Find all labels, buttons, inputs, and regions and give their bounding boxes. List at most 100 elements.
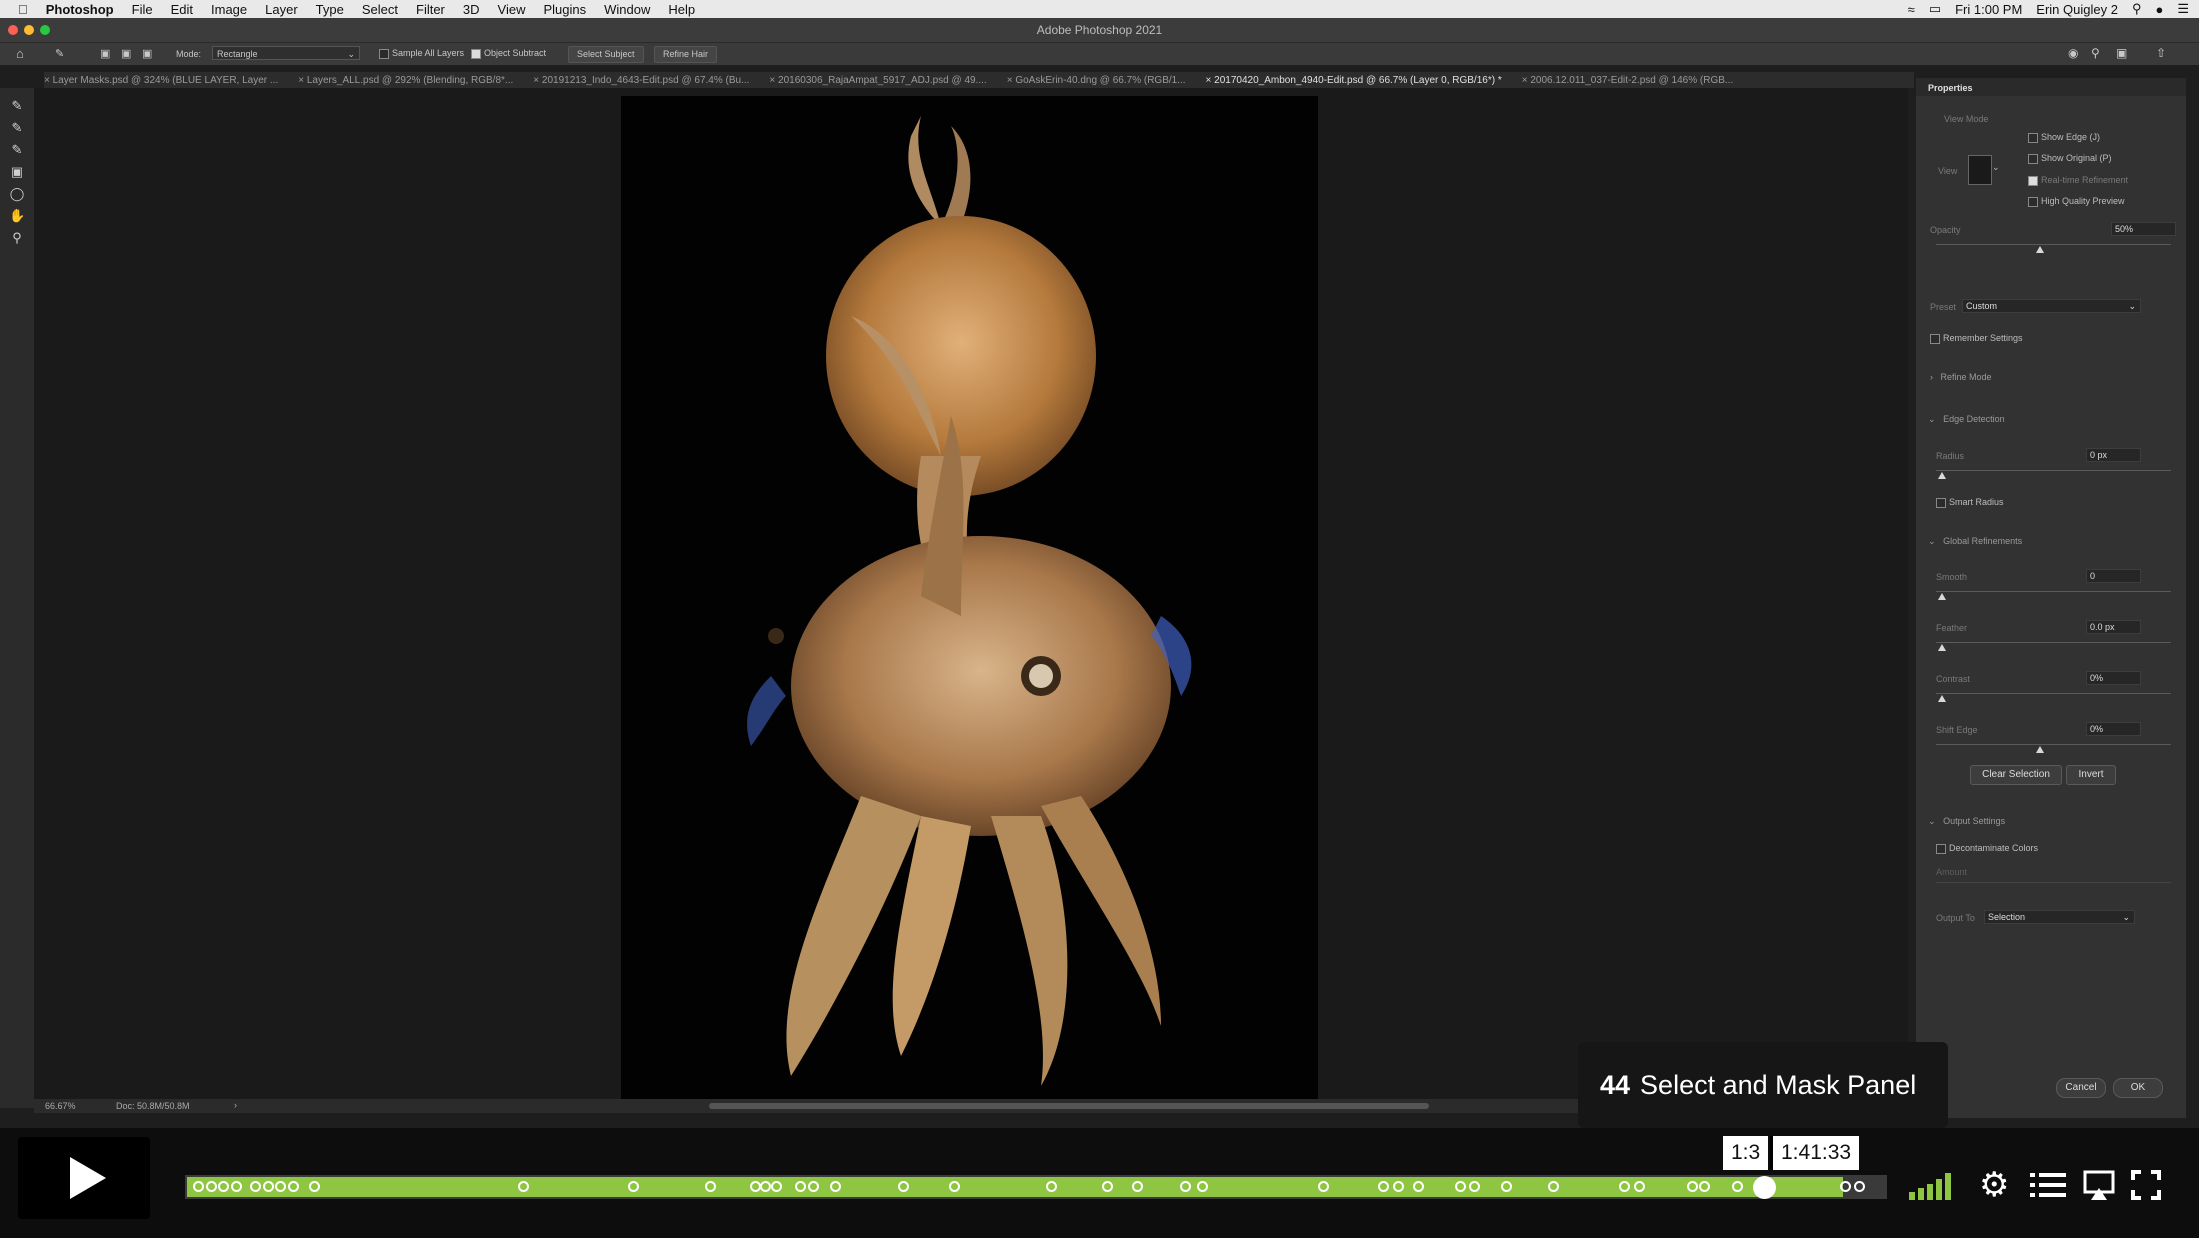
share-icon[interactable]: ⇧ <box>2156 46 2166 60</box>
brush-tool-icon[interactable]: ✎ <box>9 142 25 158</box>
shift-edge-slider[interactable] <box>1936 744 2171 745</box>
home-icon[interactable]: ⌂ <box>16 46 24 61</box>
chevron-down-icon[interactable]: ⌄ <box>1992 162 2000 173</box>
subtract-selection-icon[interactable]: ▣ <box>142 47 152 60</box>
chapter-marker[interactable] <box>628 1181 639 1192</box>
chapter-marker[interactable] <box>949 1181 960 1192</box>
menu-window[interactable]: Window <box>604 2 650 17</box>
refine-edge-brush-icon[interactable]: ✎ <box>9 120 25 136</box>
new-selection-icon[interactable]: ▣ <box>100 47 110 60</box>
chapter-marker[interactable] <box>218 1181 229 1192</box>
tab-close-icon[interactable]: × <box>44 75 53 86</box>
search-icon[interactable]: ⚲ <box>2091 46 2100 60</box>
airplay-icon[interactable]: ▭ <box>1929 1 1941 17</box>
fullscreen-icon[interactable] <box>2131 1170 2161 1205</box>
opacity-field[interactable]: 50% <box>2111 222 2176 236</box>
invert-button[interactable]: Invert <box>2066 765 2116 785</box>
chapter-marker[interactable] <box>795 1181 806 1192</box>
feather-slider-thumb[interactable] <box>1938 644 1946 651</box>
mode-select[interactable]: Rectangle ⌄ <box>212 46 360 60</box>
chapter-marker[interactable] <box>1046 1181 1057 1192</box>
feather-field[interactable]: 0.0 px <box>2086 620 2141 634</box>
chapter-marker[interactable] <box>1180 1181 1191 1192</box>
remember-settings-checkbox[interactable]: Remember Settings <box>1930 333 2023 344</box>
wifi-icon[interactable]: ≈ <box>1908 2 1915 17</box>
document-tab[interactable]: × 2006.12.011_037-Edit-2.psd @ 146% (RGB… <box>1522 75 1734 86</box>
select-subject-button[interactable]: Select Subject <box>568 46 644 63</box>
menu-3d[interactable]: 3D <box>463 2 480 17</box>
chapter-marker[interactable] <box>1732 1181 1743 1192</box>
object-selection-icon[interactable]: ▣ <box>9 164 25 180</box>
high-quality-preview-checkbox[interactable]: High Quality Preview <box>2028 196 2125 207</box>
chapter-marker[interactable] <box>1699 1181 1710 1192</box>
document-tab[interactable]: × Layers_ALL.psd @ 292% (Blending, RGB/8… <box>298 75 513 86</box>
menu-filter[interactable]: Filter <box>416 2 445 17</box>
menu-view[interactable]: View <box>498 2 526 17</box>
zoom-tool-icon[interactable]: ⚲ <box>9 230 25 246</box>
workspace-icon[interactable]: ▣ <box>2116 46 2127 60</box>
chapter-marker[interactable] <box>1393 1181 1404 1192</box>
edge-detection-section[interactable]: ⌄ Edge Detection <box>1928 414 2005 425</box>
chapter-marker[interactable] <box>231 1181 242 1192</box>
menu-plugins[interactable]: Plugins <box>543 2 586 17</box>
chapter-marker[interactable] <box>263 1181 274 1192</box>
clear-selection-button[interactable]: Clear Selection <box>1970 765 2062 785</box>
menu-edit[interactable]: Edit <box>171 2 193 17</box>
contrast-slider-thumb[interactable] <box>1938 695 1946 702</box>
chapter-marker[interactable] <box>898 1181 909 1192</box>
apple-icon[interactable]:  <box>18 2 28 17</box>
tab-close-icon[interactable]: × <box>533 75 542 86</box>
document-tab[interactable]: × 20160306_RajaAmpat_5917_ADJ.psd @ 49..… <box>769 75 986 86</box>
hand-tool-icon[interactable]: ✋ <box>9 208 25 224</box>
chapter-marker[interactable] <box>771 1181 782 1192</box>
document-tab[interactable]: × GoAskErin-40.dng @ 66.7% (RGB/1... <box>1007 75 1186 86</box>
menu-app-name[interactable]: Photoshop <box>46 2 114 17</box>
show-original-checkbox[interactable]: Show Original (P) <box>2028 153 2112 164</box>
radius-slider[interactable] <box>1936 470 2171 471</box>
chapter-marker[interactable] <box>1501 1181 1512 1192</box>
tool-preset-icon[interactable]: ✎ <box>55 47 64 60</box>
menu-layer[interactable]: Layer <box>265 2 298 17</box>
close-window-icon[interactable] <box>8 25 18 35</box>
opacity-slider[interactable] <box>1936 244 2171 245</box>
zoom-window-icon[interactable] <box>40 25 50 35</box>
refine-hair-button[interactable]: Refine Hair <box>654 46 718 63</box>
cancel-button[interactable]: Cancel <box>2056 1078 2106 1098</box>
chapter-marker[interactable] <box>1634 1181 1645 1192</box>
chapter-marker[interactable] <box>1378 1181 1389 1192</box>
menu-select[interactable]: Select <box>362 2 398 17</box>
chapter-marker[interactable] <box>518 1181 529 1192</box>
volume-icon[interactable] <box>1907 1170 1955 1205</box>
shift-edge-field[interactable]: 0% <box>2086 722 2141 736</box>
minimize-window-icon[interactable] <box>24 25 34 35</box>
document-tab[interactable]: × 20191213_Indo_4643-Edit.psd @ 67.4% (B… <box>533 75 749 86</box>
output-settings-section[interactable]: ⌄ Output Settings <box>1928 816 2005 827</box>
tab-close-icon[interactable]: × <box>1206 75 1215 86</box>
chevron-right-icon[interactable]: › <box>234 1100 237 1110</box>
chapter-marker[interactable] <box>760 1181 771 1192</box>
chapter-marker[interactable] <box>1619 1181 1630 1192</box>
decontaminate-colors-checkbox[interactable]: Decontaminate Colors <box>1936 843 2038 854</box>
spotlight-icon[interactable]: ⚲ <box>2132 1 2142 17</box>
chapter-marker[interactable] <box>830 1181 841 1192</box>
chapter-marker[interactable] <box>250 1181 261 1192</box>
menubar-user[interactable]: Erin Quigley 2 <box>2036 2 2118 17</box>
tab-close-icon[interactable]: × <box>769 75 778 86</box>
chapters-list-icon[interactable] <box>2030 1170 2066 1205</box>
chapter-marker[interactable] <box>206 1181 217 1192</box>
opacity-slider-thumb[interactable] <box>2036 246 2044 253</box>
feather-slider[interactable] <box>1936 642 2171 643</box>
sample-all-layers-checkbox[interactable]: Sample All Layers <box>379 48 464 59</box>
shift-edge-slider-thumb[interactable] <box>2036 746 2044 753</box>
radius-field[interactable]: 0 px <box>2086 448 2141 462</box>
chapter-marker[interactable] <box>193 1181 204 1192</box>
realtime-refinement-checkbox[interactable]: Real-time Refinement <box>2028 175 2128 186</box>
chapter-marker[interactable] <box>1132 1181 1143 1192</box>
radius-slider-thumb[interactable] <box>1938 472 1946 479</box>
chapter-marker[interactable] <box>1548 1181 1559 1192</box>
smooth-slider-thumb[interactable] <box>1938 593 1946 600</box>
chapter-marker[interactable] <box>808 1181 819 1192</box>
add-selection-icon[interactable]: ▣ <box>121 47 131 60</box>
quick-selection-icon[interactable]: ✎ <box>9 98 25 114</box>
output-to-select[interactable]: Selection ⌄ <box>1984 910 2135 924</box>
